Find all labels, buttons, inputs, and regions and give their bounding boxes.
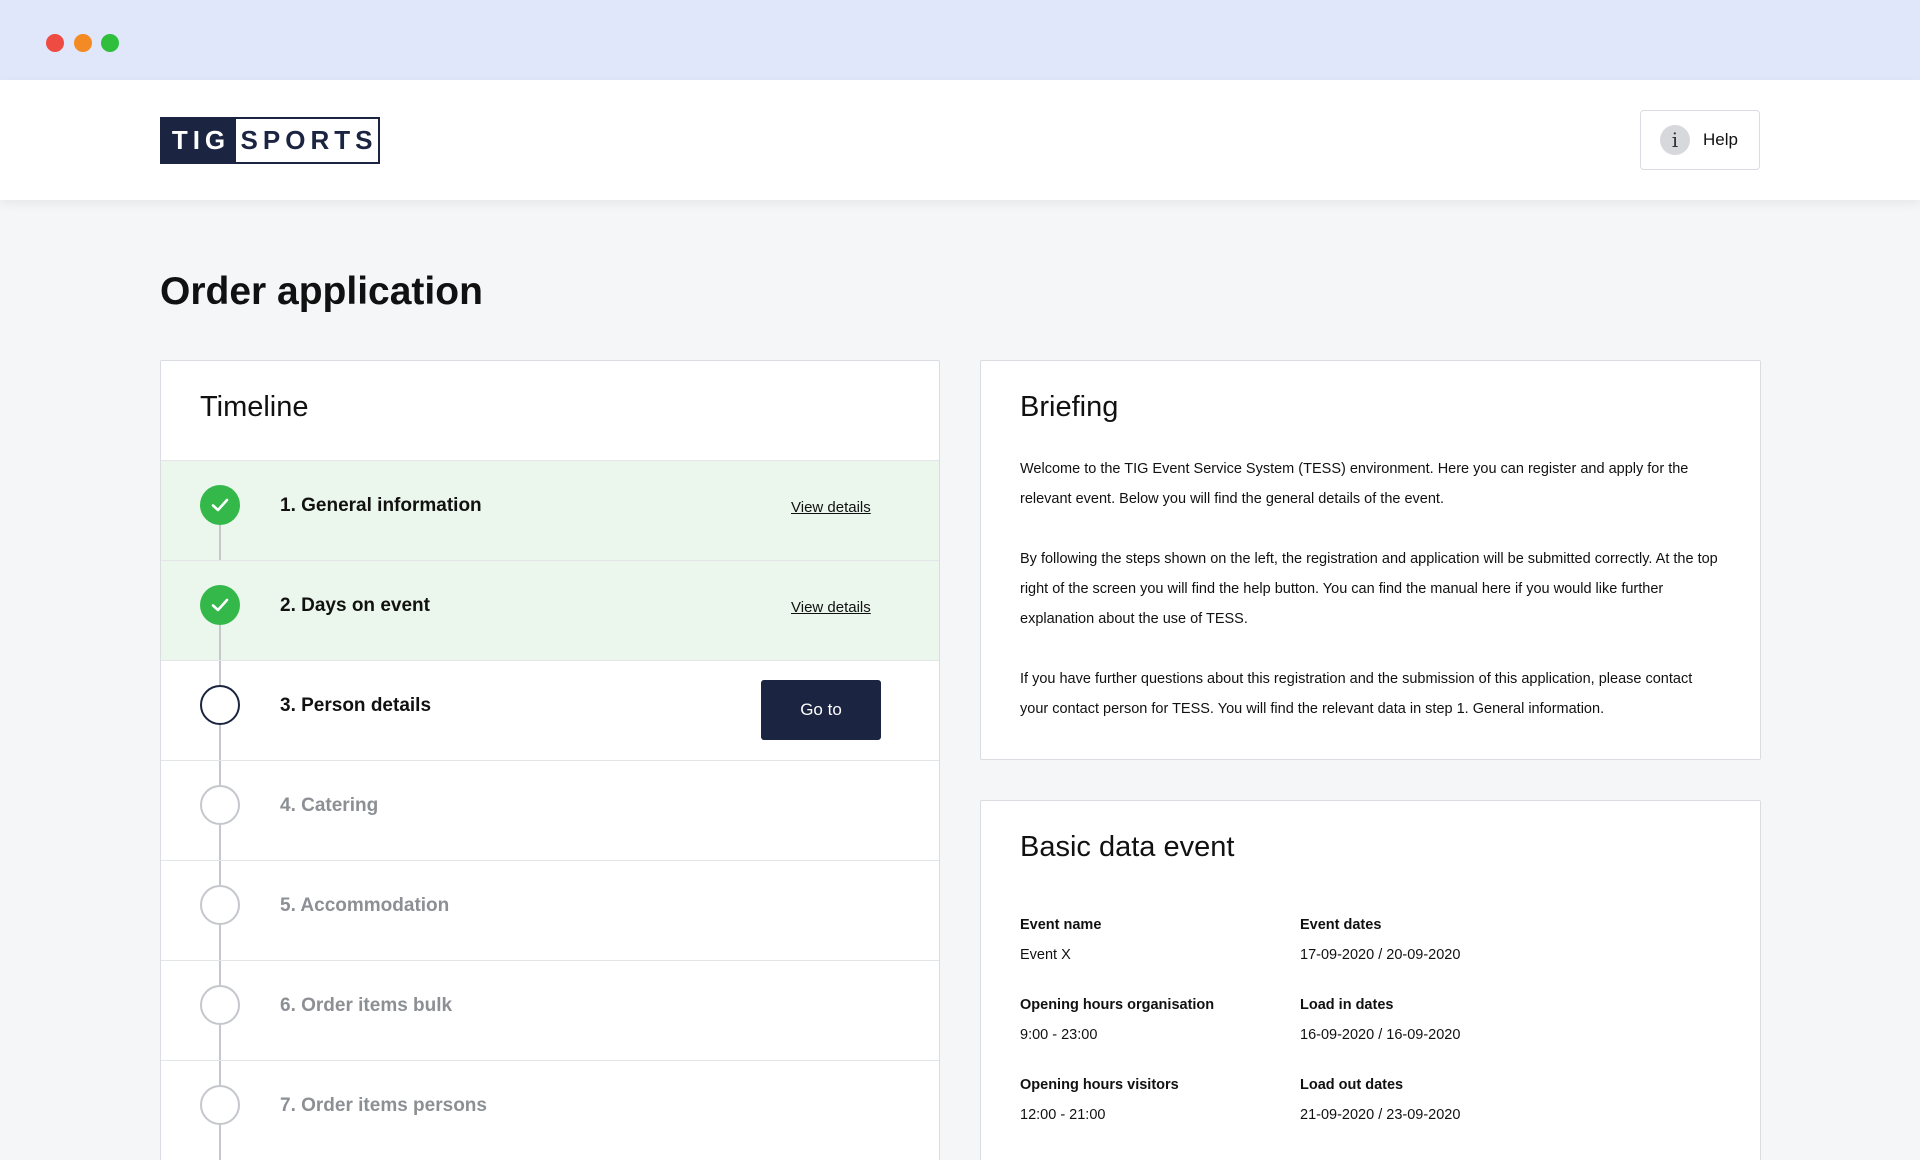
timeline-step-label: 1. General information (280, 495, 482, 516)
view-details-link[interactable]: View details (791, 499, 871, 516)
check-circle-icon (200, 485, 240, 525)
opening-hours-visitors-label: Opening hours visitors (1020, 1077, 1179, 1093)
briefing-card: Briefing Welcome to the TIG Event Servic… (980, 360, 1761, 760)
timeline-step-4: 4. Catering (161, 760, 939, 885)
load-in-dates-label: Load in dates (1300, 997, 1394, 1013)
event-name-label: Event name (1020, 917, 1102, 933)
timeline-step-3[interactable]: 3. Person details Go to (161, 660, 939, 785)
briefing-title: Briefing (1020, 391, 1119, 423)
timeline-step-7: 7. Order items persons (161, 1060, 939, 1160)
go-to-button[interactable]: Go to (761, 680, 881, 740)
timeline-card: Timeline 1. General information View deta… (160, 360, 940, 1160)
timeline-step-label: 7. Order items persons (280, 1095, 487, 1116)
opening-hours-visitors-value: 12:00 - 21:00 (1020, 1107, 1106, 1123)
load-out-dates-label: Load out dates (1300, 1077, 1404, 1093)
page-title: Order application (160, 270, 483, 313)
logo-text-sports: SPORTS (236, 119, 378, 162)
timeline-connector (219, 1125, 221, 1160)
timeline-step-label: 6. Order items bulk (280, 995, 453, 1016)
view-details-link[interactable]: View details (791, 599, 871, 616)
timeline-step-1[interactable]: 1. General information View details (161, 460, 939, 585)
check-circle-icon (200, 585, 240, 625)
load-out-dates-value: 21-09-2020 / 23-09-2020 (1300, 1107, 1461, 1123)
timeline-step-2[interactable]: 2. Days on event View details (161, 560, 939, 685)
timeline-step-6: 6. Order items bulk (161, 960, 939, 1085)
step-circle-icon (200, 785, 240, 825)
step-circle-icon (200, 885, 240, 925)
top-bar: TIG SPORTS i Help (0, 80, 1920, 200)
help-button[interactable]: i Help (1640, 110, 1760, 170)
timeline-step-label: 5. Accommodation (280, 895, 450, 916)
step-circle-icon (200, 985, 240, 1025)
help-label: Help (1703, 130, 1738, 149)
timeline-step-5: 5. Accommodation (161, 860, 939, 985)
event-dates-label: Event dates (1300, 917, 1382, 933)
load-in-dates-value: 16-09-2020 / 16-09-2020 (1300, 1027, 1461, 1043)
briefing-paragraph: Welcome to the TIG Event Service System … (1020, 461, 1689, 507)
info-icon: i (1660, 125, 1690, 155)
briefing-paragraph: By following the steps shown on the left… (1020, 551, 1718, 627)
opening-hours-organisation-label: Opening hours organisation (1020, 997, 1215, 1013)
step-circle-icon (200, 1085, 240, 1125)
minimize-window-dot[interactable] (74, 34, 92, 52)
step-circle-icon (200, 685, 240, 725)
timeline-title: Timeline (200, 391, 309, 423)
basic-data-title: Basic data event (1020, 831, 1235, 863)
briefing-paragraph: If you have further questions about this… (1020, 671, 1693, 717)
logo-text-tig: TIG (162, 119, 236, 162)
close-window-dot[interactable] (46, 34, 64, 52)
timeline-step-label: 4. Catering (280, 795, 379, 816)
browser-chrome (0, 0, 1920, 80)
tig-sports-logo[interactable]: TIG SPORTS (160, 117, 380, 164)
event-dates-value: 17-09-2020 / 20-09-2020 (1300, 947, 1461, 963)
timeline-step-label: 2. Days on event (280, 595, 430, 616)
opening-hours-organisation-value: 9:00 - 23:00 (1020, 1027, 1098, 1043)
basic-data-card: Basic data event Event name Event X Even… (980, 800, 1761, 1160)
briefing-text: Welcome to the TIG Event Service System … (1020, 454, 1720, 754)
timeline-step-label: 3. Person details (280, 695, 432, 716)
event-name-value: Event X (1020, 947, 1071, 963)
maximize-window-dot[interactable] (101, 34, 119, 52)
